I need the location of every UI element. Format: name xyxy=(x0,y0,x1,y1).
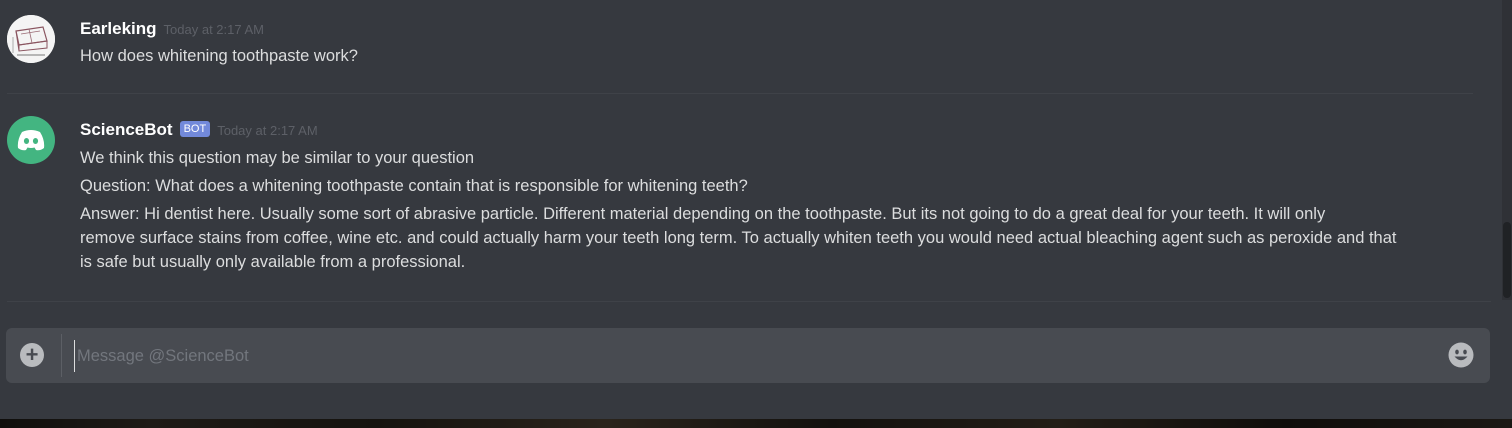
message-header: ScienceBot BOT Today at 2:17 AM xyxy=(80,120,318,140)
message-text: is safe but usually only available from … xyxy=(80,253,466,271)
timestamp: Today at 2:17 AM xyxy=(217,123,318,138)
message-header: Earleking Today at 2:17 AM xyxy=(80,19,264,39)
avatar[interactable] xyxy=(7,15,55,63)
message-divider xyxy=(7,301,1491,302)
composer-divider xyxy=(61,334,62,377)
username[interactable]: Earleking xyxy=(80,19,157,39)
timestamp: Today at 2:17 AM xyxy=(163,22,264,37)
plus-circle-icon[interactable]: + xyxy=(20,343,44,367)
message-input[interactable] xyxy=(74,340,1439,372)
message-text: remove surface stains from coffee, wine … xyxy=(80,229,1397,247)
chat-messages: Earleking Today at 2:17 AM How does whit… xyxy=(0,0,1500,320)
message-divider xyxy=(7,93,1473,94)
message-composer: + xyxy=(6,328,1490,383)
message-text: How does whitening toothpaste work? xyxy=(80,47,358,65)
message-text: Answer: Hi dentist here. Usually some so… xyxy=(80,205,1326,223)
avatar[interactable] xyxy=(7,116,55,164)
emoji-icon[interactable] xyxy=(1448,342,1474,368)
bot-tag-badge: BOT xyxy=(179,121,211,137)
discord-logo-icon xyxy=(17,130,45,151)
message-text: Question: What does a whitening toothpas… xyxy=(80,177,748,195)
user-avatar-sketch-icon xyxy=(7,15,55,63)
background-strip xyxy=(0,419,1512,428)
username[interactable]: ScienceBot xyxy=(80,120,173,140)
message-text: We think this question may be similar to… xyxy=(80,149,475,167)
scrollbar-thumb[interactable] xyxy=(1503,222,1511,298)
